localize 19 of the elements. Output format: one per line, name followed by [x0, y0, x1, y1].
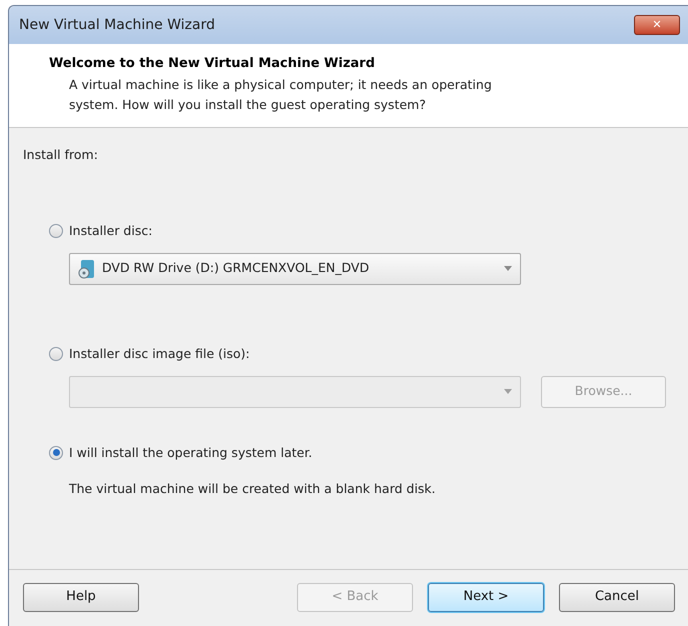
window-title: New Virtual Machine Wizard [19, 16, 215, 34]
dropdown[interactable]: DVD RW Drive (D:) GRMCENXVOL_EN_DVD [69, 252, 521, 285]
radio-button[interactable] [49, 446, 63, 460]
dialog-button[interactable]: Help [23, 582, 139, 612]
dropdown-value: DVD RW Drive (D:) GRMCENXVOL_EN_DVD [102, 259, 370, 278]
dropdown-arrow-icon [504, 389, 512, 394]
dropdown-arrow-icon [504, 266, 512, 272]
option-label: I will install the operating system later. [69, 444, 312, 462]
option-label: Installer disc: [69, 222, 152, 240]
option-label: Installer disc image file (iso): [69, 344, 250, 363]
dialog-button[interactable]: Next > [428, 582, 544, 612]
dialog-button[interactable]: Cancel [559, 582, 675, 612]
header-description: A virtual machine is like a physical computer; it needs an operating system. How will you install the guest operating system? [68, 76, 493, 114]
header-title: Welcome to the New Virtual Machine Wizard [49, 55, 376, 73]
disc-drive-icon [78, 258, 96, 279]
option-note: The virtual machine will be created with a blank hard disk. [69, 480, 437, 498]
radio-button[interactable] [49, 347, 63, 362]
radio-button[interactable] [49, 224, 63, 238]
group-label: Install from: [23, 146, 99, 164]
